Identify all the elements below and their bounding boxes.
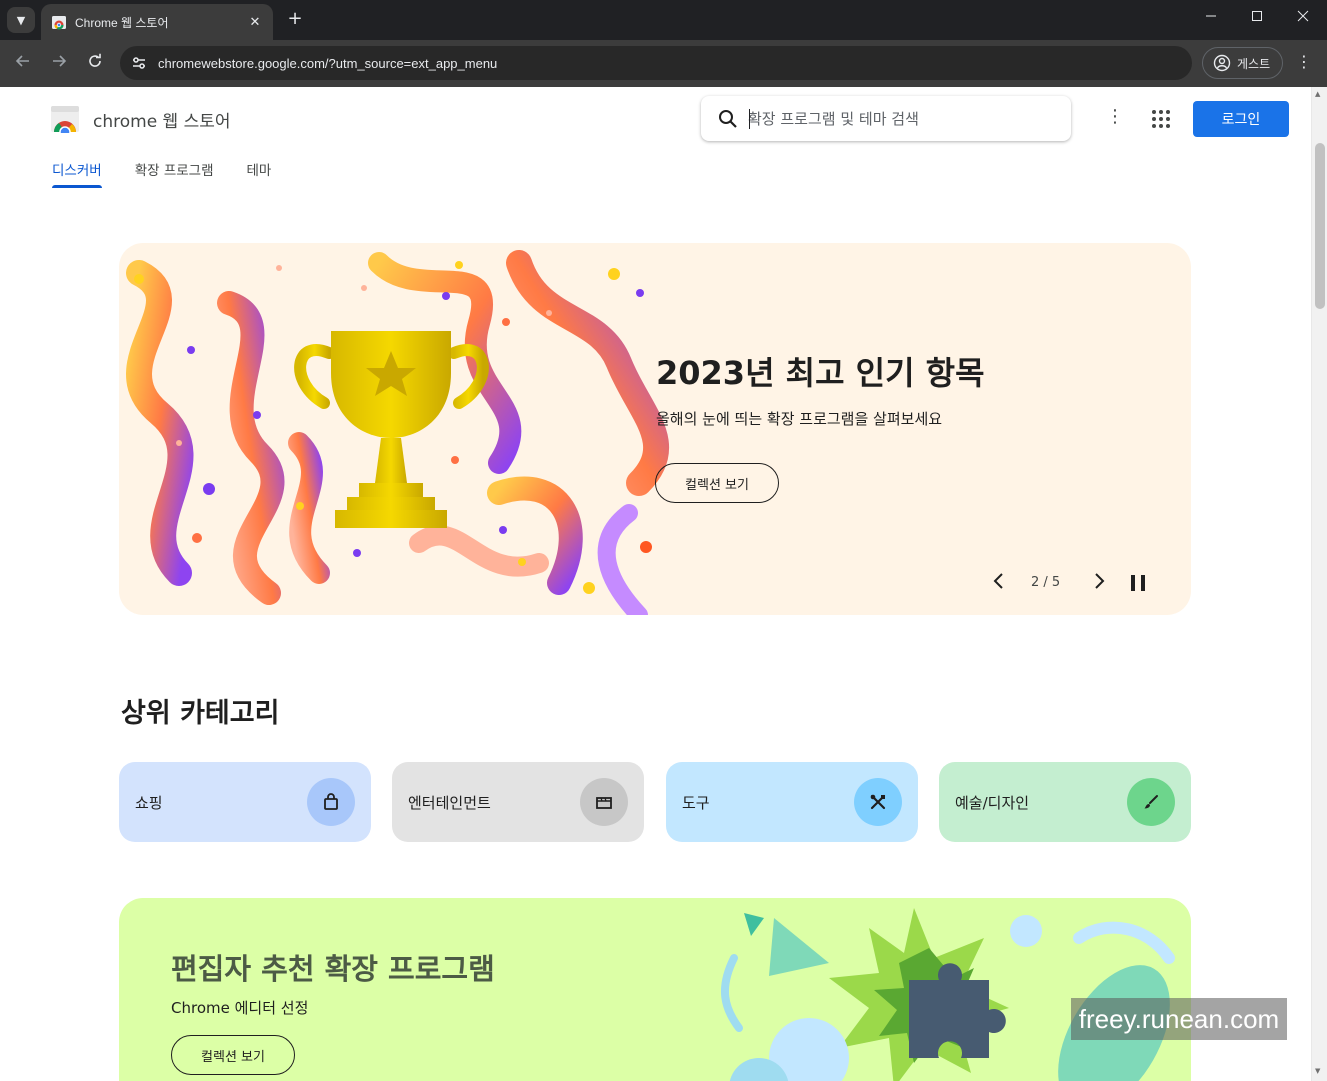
editors-picks-title: 편집자 추천 확장 프로그램	[171, 952, 495, 986]
profile-icon	[1213, 54, 1231, 72]
reload-icon[interactable]	[84, 53, 106, 74]
profile-label: 게스트	[1237, 56, 1271, 71]
scroll-thumb[interactable]	[1315, 143, 1325, 309]
hero-title: 2023년 최고 인기 항목	[656, 354, 985, 392]
close-icon[interactable]	[1293, 10, 1313, 26]
tab-extensions[interactable]: 확장 프로그램	[135, 159, 214, 187]
new-tab-button[interactable]: +	[283, 8, 307, 32]
clapperboard-icon	[580, 778, 628, 826]
carousel-next-icon[interactable]	[1089, 571, 1109, 595]
browser-toolbar: chromewebstore.google.com/?utm_source=ex…	[0, 40, 1327, 87]
carousel-prev-icon[interactable]	[989, 571, 1009, 595]
top-categories-title: 상위 카테고리	[121, 698, 280, 729]
chrome-webstore-logo[interactable]	[50, 105, 80, 138]
tab-title: Chrome 웹 스토어	[75, 15, 169, 30]
search-icon	[719, 109, 737, 128]
tab-close-icon[interactable]: ✕	[247, 15, 263, 30]
shopping-bag-icon	[307, 778, 355, 826]
tab-discover[interactable]: 디스커버	[52, 159, 102, 188]
google-apps-icon[interactable]	[1152, 110, 1170, 128]
watermark: freey.runean.com	[1071, 998, 1287, 1040]
category-shopping[interactable]: 쇼핑	[119, 762, 371, 842]
puzzle-illustration	[720, 908, 1175, 1081]
view-collection-button[interactable]: 컬렉션 보기	[655, 463, 779, 503]
page-scrollbar[interactable]: ▲ ▼	[1311, 87, 1327, 1081]
brand-name[interactable]: chrome 웹 스토어	[93, 107, 231, 132]
hero-carousel[interactable]: 2023년 최고 인기 항목 올해의 눈에 띄는 확장 프로그램을 살펴보세요 …	[119, 243, 1191, 615]
scroll-down-icon[interactable]: ▼	[1315, 1067, 1320, 1075]
editors-picks-subtitle: Chrome 에디터 선정	[171, 999, 309, 1017]
category-entertainment[interactable]: 엔터테인먼트	[392, 762, 644, 842]
menu-icon[interactable]: ⋮	[1295, 52, 1313, 71]
main-nav: 디스커버 확장 프로그램 테마	[52, 159, 304, 188]
category-tools[interactable]: 도구	[666, 762, 918, 842]
search-box[interactable]	[701, 96, 1071, 141]
maximize-icon[interactable]	[1247, 10, 1267, 26]
text-caret	[749, 109, 750, 129]
view-collection-button-2[interactable]: 컬렉션 보기	[171, 1035, 295, 1075]
category-label: 도구	[682, 793, 710, 812]
forward-icon[interactable]	[48, 53, 70, 74]
more-options-icon[interactable]: ⋮	[1106, 107, 1124, 127]
url-text: chromewebstore.google.com/?utm_source=ex…	[158, 55, 498, 71]
search-input[interactable]	[748, 109, 1048, 128]
scroll-up-icon[interactable]: ▲	[1315, 90, 1320, 98]
category-label: 쇼핑	[135, 793, 163, 812]
tab-bar: ▼ Chrome 웹 스토어 ✕ +	[0, 0, 1327, 40]
profile-button[interactable]: 게스트	[1202, 47, 1283, 79]
site-info-icon[interactable]	[124, 50, 154, 76]
category-label: 예술/디자인	[955, 793, 1030, 812]
carousel-pause-icon[interactable]	[1131, 575, 1145, 591]
login-button[interactable]: 로그인	[1193, 101, 1289, 137]
address-bar[interactable]: chromewebstore.google.com/?utm_source=ex…	[120, 46, 1192, 80]
carousel-counter: 2 / 5	[1031, 575, 1061, 590]
browser-tab[interactable]: Chrome 웹 스토어 ✕	[41, 4, 273, 40]
hero-subtitle: 올해의 눈에 띄는 확장 프로그램을 살펴보세요	[656, 410, 943, 428]
tools-icon	[854, 778, 902, 826]
back-icon[interactable]	[12, 53, 34, 74]
webstore-page: chrome 웹 스토어 ⋮ 로그인 디스커버 확장 프로그램 테마	[0, 87, 1311, 1081]
category-art-design[interactable]: 예술/디자인	[939, 762, 1191, 842]
category-label: 엔터테인먼트	[408, 793, 491, 812]
minimize-icon[interactable]	[1201, 10, 1221, 26]
tab-themes[interactable]: 테마	[247, 159, 272, 187]
editors-picks-banner[interactable]: 편집자 추천 확장 프로그램 Chrome 에디터 선정 컬렉션 보기	[119, 898, 1191, 1081]
tab-search-icon[interactable]: ▼	[7, 7, 35, 33]
brush-icon	[1127, 778, 1175, 826]
webstore-favicon-icon	[51, 14, 67, 30]
trophy-illustration	[126, 250, 670, 615]
